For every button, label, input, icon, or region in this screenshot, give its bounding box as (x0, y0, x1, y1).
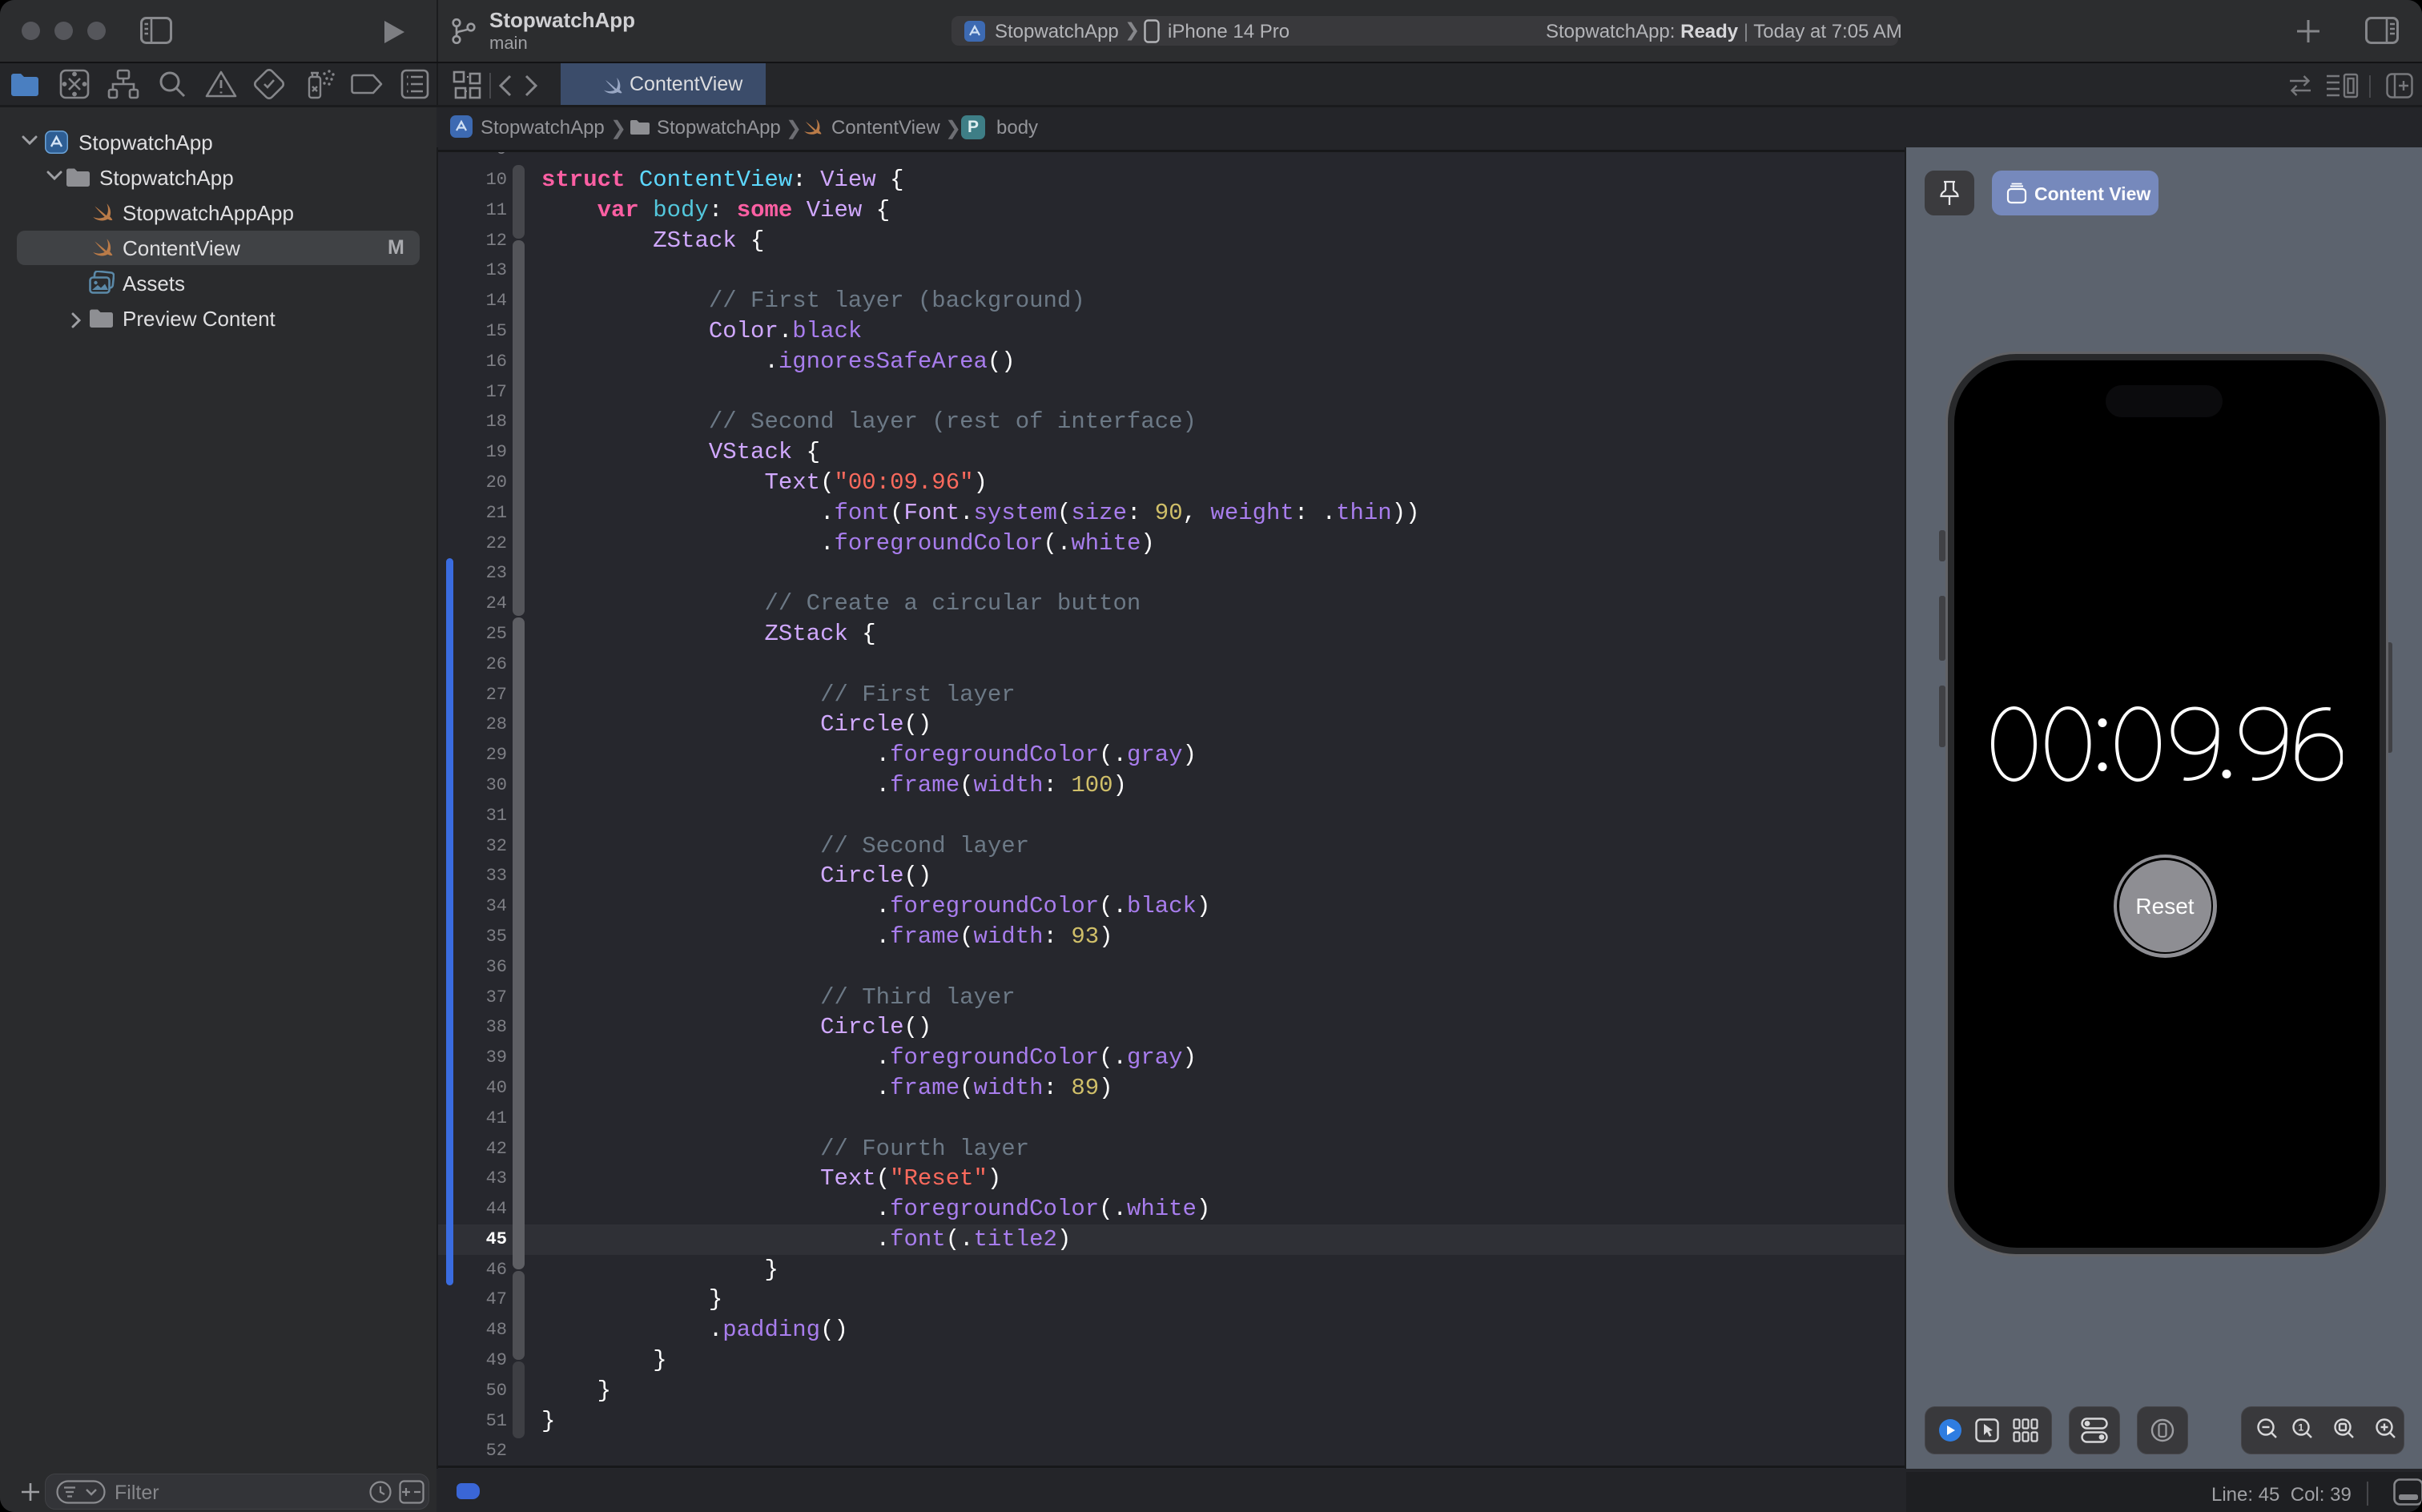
svg-text:1: 1 (2299, 1422, 2304, 1434)
